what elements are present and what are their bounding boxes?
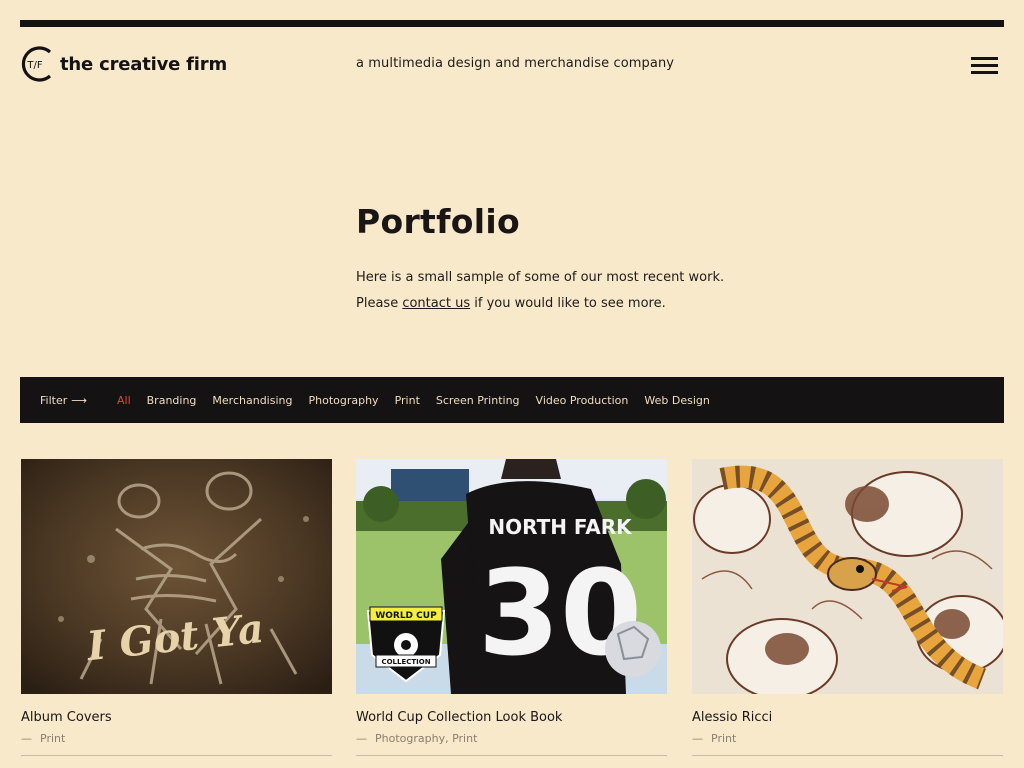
intro-line-1: Here is a small sample of some of our mo… — [356, 270, 725, 285]
filter-branding[interactable]: Branding — [147, 394, 197, 407]
filter-print[interactable]: Print — [395, 394, 420, 407]
intro-text: Here is a small sample of some of our mo… — [356, 265, 856, 317]
intro-line-2-suffix: if you would like to see more. — [470, 296, 666, 311]
portfolio-card[interactable]: NORTH FARK 30 WORLD CUP COLLECTION World… — [356, 459, 667, 756]
dash-icon: — — [692, 732, 703, 745]
filter-video-production[interactable]: Video Production — [536, 394, 629, 407]
card-title[interactable]: Album Covers — [21, 710, 332, 725]
card-title[interactable]: Alessio Ricci — [692, 710, 1003, 725]
top-border-bar — [20, 20, 1004, 27]
filter-label: Filter ⟶ — [40, 394, 117, 407]
filter-web-design[interactable]: Web Design — [644, 394, 709, 407]
site-header: T/F the creative firm a multimedia desig… — [20, 44, 1004, 86]
card-title[interactable]: World Cup Collection Look Book — [356, 710, 667, 725]
arrow-right-icon: ⟶ — [71, 393, 88, 407]
page-title: Portfolio — [356, 202, 520, 241]
filter-all[interactable]: All — [117, 394, 131, 407]
filter-label-text: Filter — [40, 393, 68, 407]
card-tags: — Print — [21, 732, 332, 745]
card-divider — [21, 755, 332, 756]
alessio-ricci-thumbnail[interactable] — [692, 459, 1003, 694]
dash-icon: — — [21, 732, 32, 745]
album-covers-thumbnail[interactable]: I Got Ya — [21, 459, 332, 694]
logo-text: the creative firm — [60, 53, 228, 75]
dash-icon: — — [356, 732, 367, 745]
card-tags: — Photography, Print — [356, 732, 667, 745]
intro-line-2-prefix: Please — [356, 296, 403, 311]
jersey-name: NORTH FARK — [488, 515, 633, 539]
intro-line-2: Please contact us if you would like to s… — [356, 291, 856, 317]
filter-bar: Filter ⟶ All Branding Merchandising Phot… — [20, 377, 1004, 423]
card-divider — [356, 755, 667, 756]
hamburger-icon[interactable] — [971, 57, 999, 77]
badge-bottom-text: COLLECTION — [381, 658, 430, 666]
svg-text:T/F: T/F — [26, 60, 42, 71]
portfolio-card[interactable]: I Got Ya Album Covers — Print — [21, 459, 332, 756]
intro-section: Portfolio Here is a small sample of some… — [356, 202, 856, 317]
filter-photography[interactable]: Photography — [308, 394, 378, 407]
card-tags-text[interactable]: Photography, Print — [375, 732, 477, 745]
card-divider — [692, 755, 1003, 756]
contact-us-link[interactable]: contact us — [402, 296, 470, 311]
logo-mark-icon: T/F — [21, 46, 52, 82]
logo[interactable]: T/F the creative firm — [20, 44, 227, 84]
card-tags-text[interactable]: Print — [40, 732, 65, 745]
filter-screen-printing[interactable]: Screen Printing — [436, 394, 520, 407]
card-tags: — Print — [692, 732, 1003, 745]
filter-merchandising[interactable]: Merchandising — [212, 394, 292, 407]
card-tags-text[interactable]: Print — [711, 732, 736, 745]
tagline: a multimedia design and merchandise comp… — [356, 56, 675, 71]
portfolio-card[interactable]: Alessio Ricci — Print — [692, 459, 1003, 756]
badge-top-text: WORLD CUP — [375, 611, 437, 621]
world-cup-thumbnail[interactable]: NORTH FARK 30 WORLD CUP COLLECTION — [356, 459, 667, 694]
